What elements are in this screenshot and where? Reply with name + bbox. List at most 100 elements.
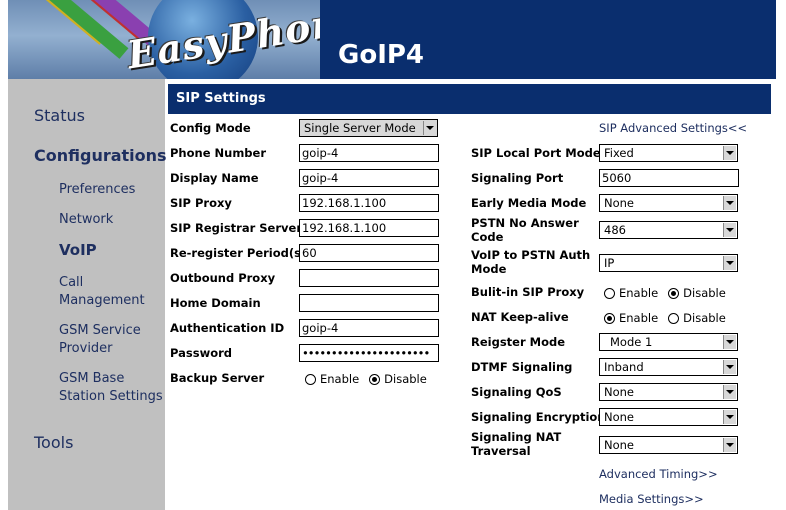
header-banner: EasyPhone GoIP4 [8, 0, 776, 79]
sip-local-port-mode-value: Fixed [604, 146, 634, 160]
signaling-encryption-value: None [604, 410, 635, 424]
dtmf-signaling-select[interactable]: Inband [599, 358, 738, 376]
signaling-qos-value: None [604, 385, 635, 399]
sidebar-item-label: GSM Base [59, 371, 125, 386]
device-model-title: GoIP4 [338, 40, 425, 70]
register-mode-value: Mode 1 [610, 335, 653, 349]
signaling-port-label: Signaling Port [471, 171, 564, 185]
sip-registrar-input[interactable] [299, 219, 439, 237]
backup-server-enable-radio[interactable] [305, 373, 316, 385]
chevron-down-icon [723, 196, 736, 210]
outbound-proxy-input[interactable] [299, 269, 439, 287]
nat-keep-alive-disable-label: Disable [683, 311, 726, 325]
phone-number-input[interactable] [299, 144, 439, 162]
signaling-nat-traversal-label: Signaling NAT Traversal [471, 430, 561, 458]
label-line: Signaling NAT [471, 430, 562, 444]
nat-keep-alive-options: Enable Disable [604, 311, 726, 325]
builtin-sip-proxy-label: Bulit-in SIP Proxy [471, 285, 585, 299]
sip-local-port-mode-label: SIP Local Port Mode [471, 146, 601, 160]
backup-server-disable-radio[interactable] [369, 373, 381, 385]
chevron-down-icon [723, 335, 736, 349]
password-input[interactable] [299, 344, 439, 362]
nat-keep-alive-disable-radio[interactable] [668, 312, 680, 324]
home-domain-input[interactable] [299, 294, 439, 312]
label-line: Traversal [471, 444, 531, 458]
chevron-down-icon [723, 360, 736, 374]
panel-title: SIP Settings [168, 84, 771, 114]
signaling-qos-select[interactable]: None [599, 383, 738, 401]
config-mode-select[interactable]: Single Server Mode [299, 119, 438, 137]
sidebar-item-label: Management [59, 293, 145, 308]
media-settings-link[interactable]: Media Settings>> [599, 492, 704, 506]
pstn-no-answer-code-select[interactable]: 486 [599, 221, 738, 239]
authentication-id-label: Authentication ID [170, 321, 285, 335]
chevron-down-icon [723, 385, 736, 399]
signaling-nat-traversal-select[interactable]: None [599, 436, 738, 454]
sip-local-port-mode-select[interactable]: Fixed [599, 144, 738, 162]
phone-number-label: Phone Number [170, 146, 267, 160]
builtin-sip-proxy-enable-label: Enable [619, 286, 659, 300]
reregister-period-input[interactable] [299, 244, 439, 262]
advanced-timing-link[interactable]: Advanced Timing>> [599, 467, 718, 481]
nat-keep-alive-enable-label: Enable [619, 311, 659, 325]
sidebar-item-label: GSM Service [59, 323, 141, 338]
sidebar-item-configurations[interactable]: Configurations [34, 146, 167, 165]
signaling-qos-label: Signaling QoS [471, 385, 562, 399]
sidebar-item-preferences[interactable]: Preferences [59, 181, 135, 199]
voip-to-pstn-auth-mode-select[interactable]: IP [599, 254, 738, 272]
sip-proxy-label: SIP Proxy [170, 196, 232, 210]
sidebar-item-tools[interactable]: Tools [34, 433, 73, 452]
label-line: Code [471, 230, 504, 244]
sidebar-item-label: Provider [59, 341, 113, 356]
early-media-mode-label: Early Media Mode [471, 196, 587, 210]
sidebar-item-call-management[interactable]: Call Management [59, 274, 145, 310]
sidebar-item-gsm-service-provider[interactable]: GSM Service Provider [59, 322, 141, 358]
sip-advanced-settings-link[interactable]: SIP Advanced Settings<< [599, 121, 747, 135]
display-name-input[interactable] [299, 169, 439, 187]
dtmf-signaling-value: Inband [604, 360, 644, 374]
sidebar-item-network[interactable]: Network [59, 211, 113, 229]
password-label: Password [170, 346, 232, 360]
label-line: Mode [471, 262, 507, 276]
chevron-down-icon [723, 410, 736, 424]
sip-proxy-input[interactable] [299, 194, 439, 212]
config-mode-value: Single Server Mode [304, 121, 416, 135]
nat-keep-alive-label: NAT Keep-alive [471, 310, 569, 324]
signaling-nat-traversal-value: None [604, 438, 635, 452]
builtin-sip-proxy-options: Enable Disable [604, 286, 726, 300]
register-mode-select[interactable]: Mode 1 [599, 333, 738, 351]
early-media-mode-select[interactable]: None [599, 194, 738, 212]
backup-server-enable-label: Enable [320, 372, 360, 386]
authentication-id-input[interactable] [299, 319, 439, 337]
easyphone-logo: EasyPhone [8, 0, 320, 79]
voip-to-pstn-auth-mode-label: VoIP to PSTN Auth Mode [471, 248, 590, 276]
early-media-mode-value: None [604, 196, 635, 210]
backup-server-options: Enable Disable [305, 372, 427, 386]
backup-server-label: Backup Server [170, 371, 265, 385]
signaling-port-input[interactable] [599, 169, 739, 187]
register-mode-label: Reigster Mode [471, 335, 566, 349]
config-mode-label: Config Mode [170, 121, 251, 135]
label-line: PSTN No Answer [471, 216, 579, 230]
chevron-down-icon [723, 146, 736, 160]
sidebar-item-gsm-base-station-settings[interactable]: GSM Base Station Settings [59, 370, 163, 406]
sidebar-item-voip[interactable]: VoIP [59, 241, 97, 259]
chevron-down-icon [723, 438, 736, 452]
reregister-period-label: Re-register Period(s) [170, 246, 307, 260]
builtin-sip-proxy-disable-label: Disable [683, 286, 726, 300]
sip-registrar-label: SIP Registrar Server [170, 221, 302, 235]
nat-keep-alive-enable-radio[interactable] [604, 312, 615, 324]
builtin-sip-proxy-enable-radio[interactable] [604, 287, 615, 299]
sidebar-item-status[interactable]: Status [34, 106, 85, 125]
builtin-sip-proxy-disable-radio[interactable] [668, 287, 680, 299]
chevron-down-icon [723, 223, 736, 237]
voip-to-pstn-auth-mode-value: IP [604, 256, 615, 270]
sidebar-item-label: Call [59, 275, 84, 290]
label-line: VoIP to PSTN Auth [471, 248, 591, 262]
pstn-no-answer-code-label: PSTN No Answer Code [471, 216, 579, 244]
display-name-label: Display Name [170, 171, 259, 185]
outbound-proxy-label: Outbound Proxy [170, 271, 276, 285]
pstn-no-answer-code-value: 486 [604, 223, 626, 237]
dtmf-signaling-label: DTMF Signaling [471, 360, 573, 374]
signaling-encryption-select[interactable]: None [599, 408, 738, 426]
